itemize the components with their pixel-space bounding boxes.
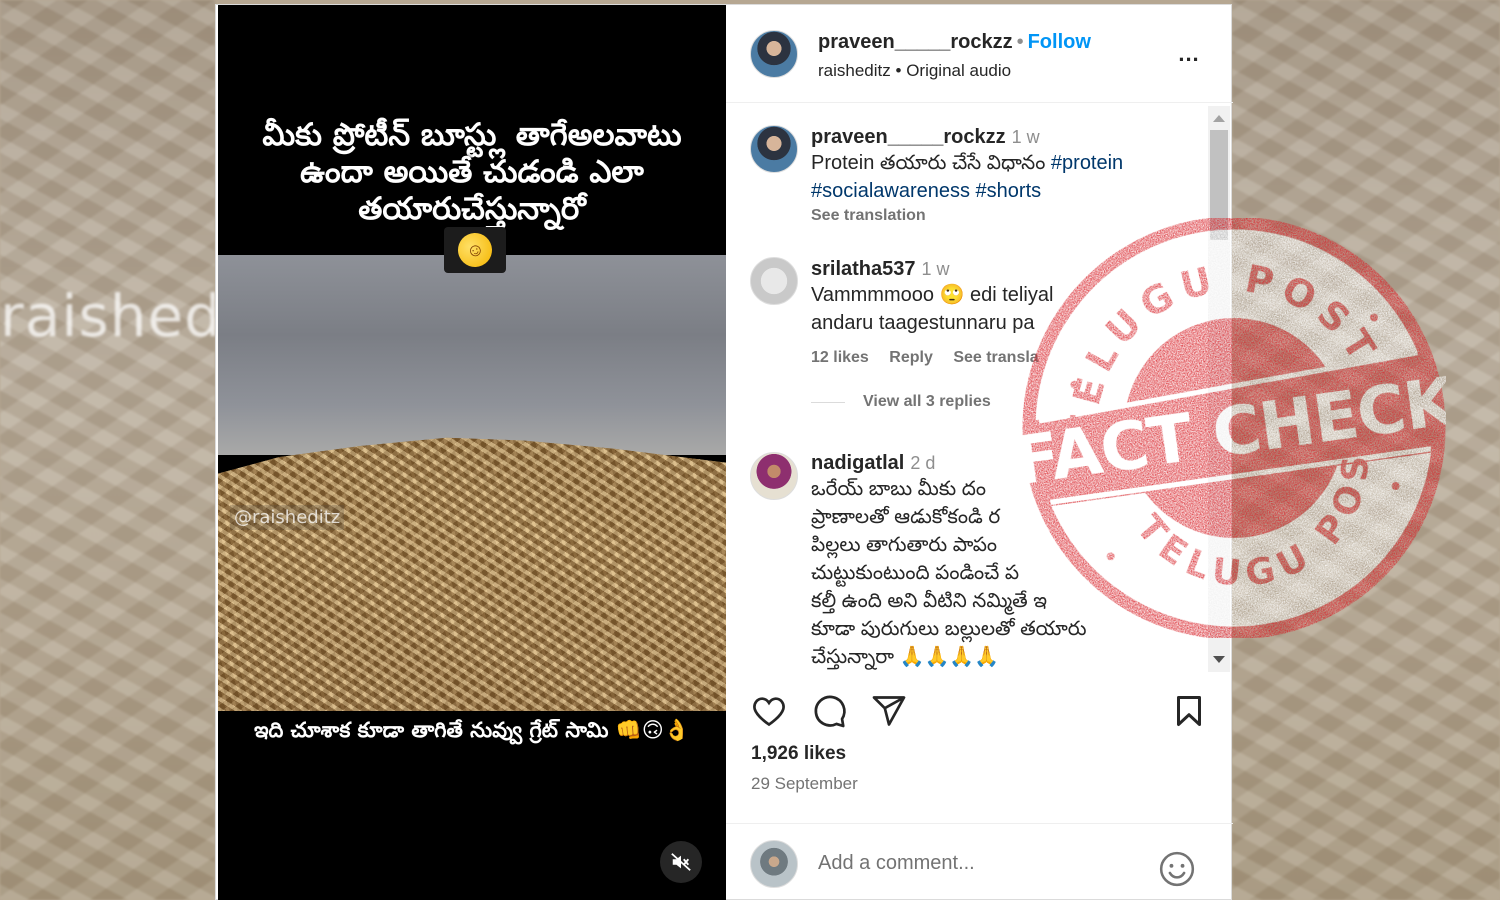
original-audio-link[interactable]: Original audio — [906, 61, 1011, 80]
comment-username[interactable]: srilatha537 — [811, 258, 916, 280]
post-date: 29 September — [751, 774, 858, 793]
bookmark-icon[interactable] — [1170, 693, 1208, 729]
comment-time: 1 w — [921, 259, 950, 279]
hashtag-link[interactable]: #protein — [1051, 152, 1123, 174]
share-icon[interactable] — [870, 693, 908, 729]
fact-check-stamp-graphic: TELUGU POST FACT CHECK TELUGU POST — [974, 169, 1463, 640]
caption-username[interactable]: praveen_____rockzz — [811, 126, 1006, 148]
mealworms-image — [218, 437, 726, 711]
scroll-up-arrow-icon[interactable] — [1213, 115, 1225, 122]
background-watermark: raished — [0, 282, 215, 350]
reel-video[interactable]: మీకు ప్రోటీన్ బూస్ట్లు తాగేఅలవాటు ఉందా అ… — [218, 5, 726, 900]
add-comment-bar — [726, 823, 1233, 900]
comment-username[interactable]: nadigatlal — [811, 452, 904, 474]
mute-button[interactable] — [660, 841, 702, 883]
video-top-overlay-text: మీకు ప్రోటీన్ బూస్ట్లు తాగేఅలవాటు ఉందా అ… — [262, 117, 682, 227]
follow-button[interactable]: Follow — [1028, 31, 1091, 53]
heart-icon[interactable] — [750, 693, 788, 729]
comment-text-line: చేస్తున్నారా 🙏🙏🙏🙏 — [811, 646, 1000, 668]
current-user-avatar — [750, 840, 798, 888]
comment-input[interactable] — [818, 852, 1148, 875]
hashtag-link[interactable]: #shorts — [976, 180, 1042, 202]
laughing-emoji-icon: ☺ — [444, 227, 506, 273]
reply-button[interactable]: Reply — [889, 349, 933, 366]
comment-likes-count[interactable]: 12 likes — [811, 349, 869, 366]
comment-icon[interactable] — [810, 693, 848, 729]
scroll-down-arrow-icon[interactable] — [1213, 656, 1225, 663]
hashtag-link[interactable]: #socialawareness — [811, 180, 970, 202]
video-bottom-overlay-text: ఇది చూశాక కూడా తాగితే నువ్వు గ్రేట్ సామి… — [254, 718, 690, 742]
commenter-avatar[interactable] — [750, 452, 798, 500]
emoji-icon[interactable] — [1158, 850, 1196, 888]
likes-count[interactable]: 1,926 likes — [751, 743, 846, 765]
commenter-avatar[interactable] — [750, 257, 798, 305]
caption-avatar[interactable] — [750, 125, 798, 173]
more-options-icon[interactable]: ... — [1174, 41, 1204, 66]
author-username[interactable]: praveen_____rockzz — [818, 31, 1013, 53]
audio-user-link[interactable]: raisheditz — [818, 61, 891, 80]
speaker-muted-icon — [671, 853, 691, 871]
caption-text: Protein తయారు చేసే విధానం — [811, 152, 1046, 174]
background-left — [0, 0, 215, 900]
caption-time: 1 w — [1011, 127, 1040, 147]
author-avatar[interactable] — [750, 30, 798, 78]
video-handle-watermark: @raisheditz — [230, 505, 345, 530]
comment-time: 2 d — [910, 453, 936, 473]
fact-check-stamp: TELUGU POST FACT CHECK TELUGU POST — [974, 169, 1463, 640]
caption: praveen_____rockzz 1 w Protein తయారు చేసే… — [811, 126, 1201, 225]
post-header: praveen_____rockzz • Follow raisheditz • O… — [726, 5, 1233, 103]
